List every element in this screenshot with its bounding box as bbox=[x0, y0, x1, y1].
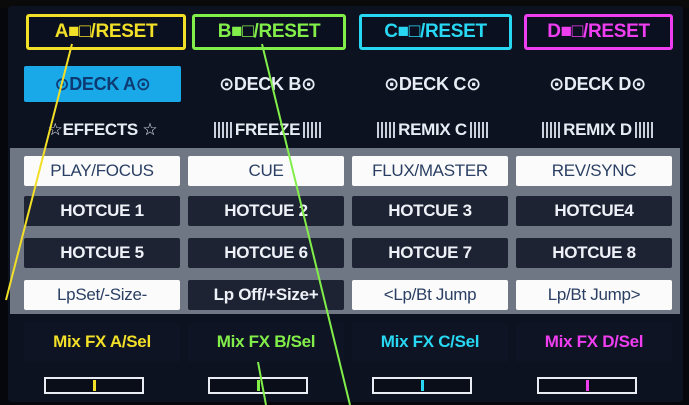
green-short-line bbox=[257, 361, 267, 405]
green-leader-line bbox=[261, 43, 351, 405]
yellow-leader-line bbox=[5, 43, 73, 301]
annotation-lines bbox=[5, 43, 351, 405]
